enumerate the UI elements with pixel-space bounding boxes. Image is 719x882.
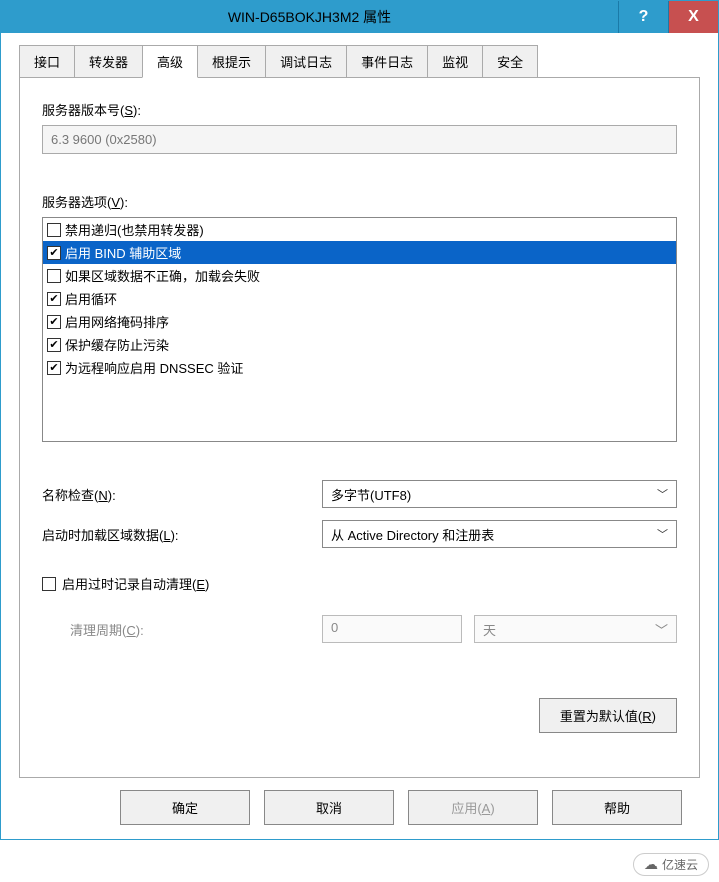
server-option-label: 启用网络掩码排序 bbox=[65, 312, 169, 331]
name-check-dropdown[interactable]: 多字节(UTF8) ﹀ bbox=[322, 480, 677, 508]
apply-button: 应用(A) bbox=[408, 790, 538, 825]
checkbox-icon[interactable]: ✔ bbox=[47, 246, 61, 260]
enable-scavenging-label: 启用过时记录自动清理(E) bbox=[62, 574, 209, 593]
checkbox-icon[interactable]: ✔ bbox=[47, 315, 61, 329]
enable-scavenging-checkbox[interactable] bbox=[42, 577, 56, 591]
reset-row: 重置为默认值(R) bbox=[42, 698, 677, 733]
properties-dialog: WIN-D65BOKJH3M2 属性 ? X 接口转发器高级根提示调试日志事件日… bbox=[0, 0, 719, 840]
server-option-item[interactable]: ✔ 启用 BIND 辅助区域 bbox=[43, 241, 676, 264]
server-option-label: 禁用递归(也禁用转发器) bbox=[65, 220, 204, 239]
load-zone-row: 启动时加载区域数据(L): 从 Active Directory 和注册表 ﹀ bbox=[42, 520, 677, 548]
close-icon[interactable]: X bbox=[668, 1, 718, 33]
server-option-item[interactable]: ✔ 启用网络掩码排序 bbox=[43, 310, 676, 333]
chevron-down-icon: ﹀ bbox=[657, 486, 668, 502]
window-title: WIN-D65BOKJH3M2 属性 bbox=[1, 7, 618, 27]
chevron-down-icon: ﹀ bbox=[657, 526, 668, 542]
dialog-button-row: 确定 取消 应用(A) 帮助 bbox=[19, 778, 700, 825]
scavenging-period-row: 清理周期(C): 0 天 ﹀ bbox=[42, 615, 677, 643]
server-options-listbox[interactable]: 禁用递归(也禁用转发器) ✔ 启用 BIND 辅助区域如果区域数据不正确，加载会失败… bbox=[42, 217, 677, 442]
checkbox-icon[interactable] bbox=[47, 223, 61, 237]
tab-0[interactable]: 接口 bbox=[19, 45, 75, 77]
watermark: ☁ 亿速云 bbox=[633, 853, 709, 876]
server-option-item[interactable]: ✔ 保护缓存防止污染 bbox=[43, 333, 676, 356]
chevron-down-icon: ﹀ bbox=[655, 620, 668, 638]
server-version-section: 服务器版本号(S): bbox=[42, 100, 677, 154]
server-option-label: 启用 BIND 辅助区域 bbox=[65, 243, 181, 262]
server-option-label: 启用循环 bbox=[65, 289, 117, 308]
enable-scavenging-row[interactable]: 启用过时记录自动清理(E) bbox=[42, 574, 677, 593]
dialog-content: 接口转发器高级根提示调试日志事件日志监视安全 服务器版本号(S): 服务器选项(… bbox=[1, 33, 718, 839]
server-option-label: 保护缓存防止污染 bbox=[65, 335, 169, 354]
server-version-input bbox=[42, 125, 677, 154]
cancel-button[interactable]: 取消 bbox=[264, 790, 394, 825]
help-button[interactable]: 帮助 bbox=[552, 790, 682, 825]
scavenging-period-input: 0 bbox=[322, 615, 462, 643]
scavenging-period-unit-dropdown: 天 ﹀ bbox=[474, 615, 677, 643]
server-options-label: 服务器选项(V): bbox=[42, 192, 677, 211]
load-zone-dropdown[interactable]: 从 Active Directory 和注册表 ﹀ bbox=[322, 520, 677, 548]
name-check-row: 名称检查(N): 多字节(UTF8) ﹀ bbox=[42, 480, 677, 508]
checkbox-icon[interactable]: ✔ bbox=[47, 361, 61, 375]
server-option-item[interactable]: ✔ 为远程响应启用 DNSSEC 验证 bbox=[43, 356, 676, 379]
tab-bar: 接口转发器高级根提示调试日志事件日志监视安全 bbox=[19, 45, 700, 78]
server-option-item[interactable]: ✔ 启用循环 bbox=[43, 287, 676, 310]
load-zone-label: 启动时加载区域数据(L): bbox=[42, 525, 322, 544]
checkbox-icon[interactable] bbox=[47, 269, 61, 283]
server-option-item[interactable]: 禁用递归(也禁用转发器) bbox=[43, 218, 676, 241]
name-check-value: 多字节(UTF8) bbox=[331, 485, 411, 504]
server-options-section: 服务器选项(V): 禁用递归(也禁用转发器) ✔ 启用 BIND 辅助区域如果区域数… bbox=[42, 192, 677, 442]
reset-defaults-button[interactable]: 重置为默认值(R) bbox=[539, 698, 677, 733]
name-check-label: 名称检查(N): bbox=[42, 485, 322, 504]
ok-button[interactable]: 确定 bbox=[120, 790, 250, 825]
load-zone-value: 从 Active Directory 和注册表 bbox=[331, 525, 494, 544]
server-option-label: 为远程响应启用 DNSSEC 验证 bbox=[65, 358, 243, 377]
titlebar[interactable]: WIN-D65BOKJH3M2 属性 ? X bbox=[1, 1, 718, 33]
checkbox-icon[interactable]: ✔ bbox=[47, 338, 61, 352]
help-icon[interactable]: ? bbox=[618, 1, 668, 33]
watermark-text: 亿速云 bbox=[662, 856, 698, 873]
checkbox-icon[interactable]: ✔ bbox=[47, 292, 61, 306]
server-version-label: 服务器版本号(S): bbox=[42, 100, 677, 119]
tab-panel-advanced: 服务器版本号(S): 服务器选项(V): 禁用递归(也禁用转发器) ✔ 启用 BIN… bbox=[19, 78, 700, 778]
tab-7[interactable]: 安全 bbox=[482, 45, 538, 77]
tab-4[interactable]: 调试日志 bbox=[265, 45, 347, 77]
tab-1[interactable]: 转发器 bbox=[74, 45, 143, 77]
tab-2[interactable]: 高级 bbox=[142, 45, 198, 78]
tab-6[interactable]: 监视 bbox=[427, 45, 483, 77]
server-option-item[interactable]: 如果区域数据不正确，加载会失败 bbox=[43, 264, 676, 287]
tab-3[interactable]: 根提示 bbox=[197, 45, 266, 77]
server-option-label: 如果区域数据不正确，加载会失败 bbox=[65, 266, 260, 285]
tab-5[interactable]: 事件日志 bbox=[346, 45, 428, 77]
titlebar-buttons: ? X bbox=[618, 1, 718, 33]
cloud-icon: ☁ bbox=[644, 856, 658, 873]
scavenging-period-label: 清理周期(C): bbox=[70, 620, 322, 639]
